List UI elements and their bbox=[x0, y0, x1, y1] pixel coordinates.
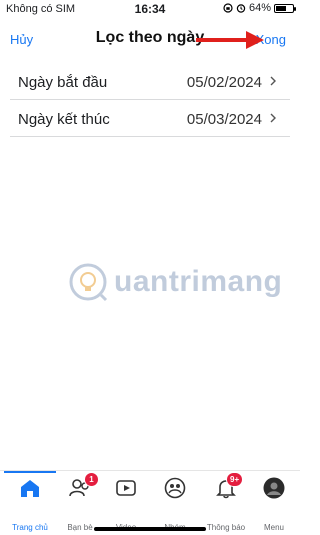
end-date-label: Ngày kết thúc bbox=[18, 111, 110, 128]
start-date-label: Ngày bắt đầu bbox=[18, 74, 108, 91]
active-tab-indicator bbox=[4, 471, 56, 473]
watermark: uantrimang bbox=[68, 262, 282, 302]
chevron-right-icon bbox=[270, 76, 276, 86]
battery-icon bbox=[274, 3, 296, 13]
start-date-row[interactable]: Ngày bắt đầu 05/02/2024 bbox=[10, 63, 290, 100]
groups-icon bbox=[164, 477, 186, 499]
annotation-arrow-icon bbox=[196, 31, 264, 49]
chevron-right-icon bbox=[270, 113, 276, 123]
tab-menu[interactable]: Menu bbox=[244, 471, 304, 535]
lock-rotation-icon bbox=[223, 3, 233, 13]
tab-bar: Trang chủ 1 Bạn bè Video Nhóm 9+ Thông b… bbox=[0, 470, 300, 535]
alarm-icon bbox=[236, 4, 246, 13]
avatar bbox=[263, 477, 285, 499]
battery-percent: 64% bbox=[248, 2, 271, 14]
watermark-text: uantrimang bbox=[114, 265, 283, 298]
end-date-row[interactable]: Ngày kết thúc 05/03/2024 bbox=[10, 100, 290, 137]
lightbulb-logo-icon bbox=[69, 263, 108, 302]
notifications-badge: 9+ bbox=[226, 472, 244, 487]
start-date-value: 05/02/2024 bbox=[186, 74, 262, 91]
status-right: 64% bbox=[223, 2, 296, 14]
video-icon bbox=[116, 480, 136, 496]
home-icon bbox=[21, 480, 39, 497]
home-indicator bbox=[94, 527, 206, 531]
tab-label: Menu bbox=[263, 523, 284, 532]
date-filter-list: Ngày bắt đầu 05/02/2024 Ngày kết thúc 05… bbox=[0, 63, 300, 137]
status-bar: Không có SIM 16:34 64% bbox=[0, 0, 300, 18]
end-date-value: 05/03/2024 bbox=[186, 111, 262, 128]
